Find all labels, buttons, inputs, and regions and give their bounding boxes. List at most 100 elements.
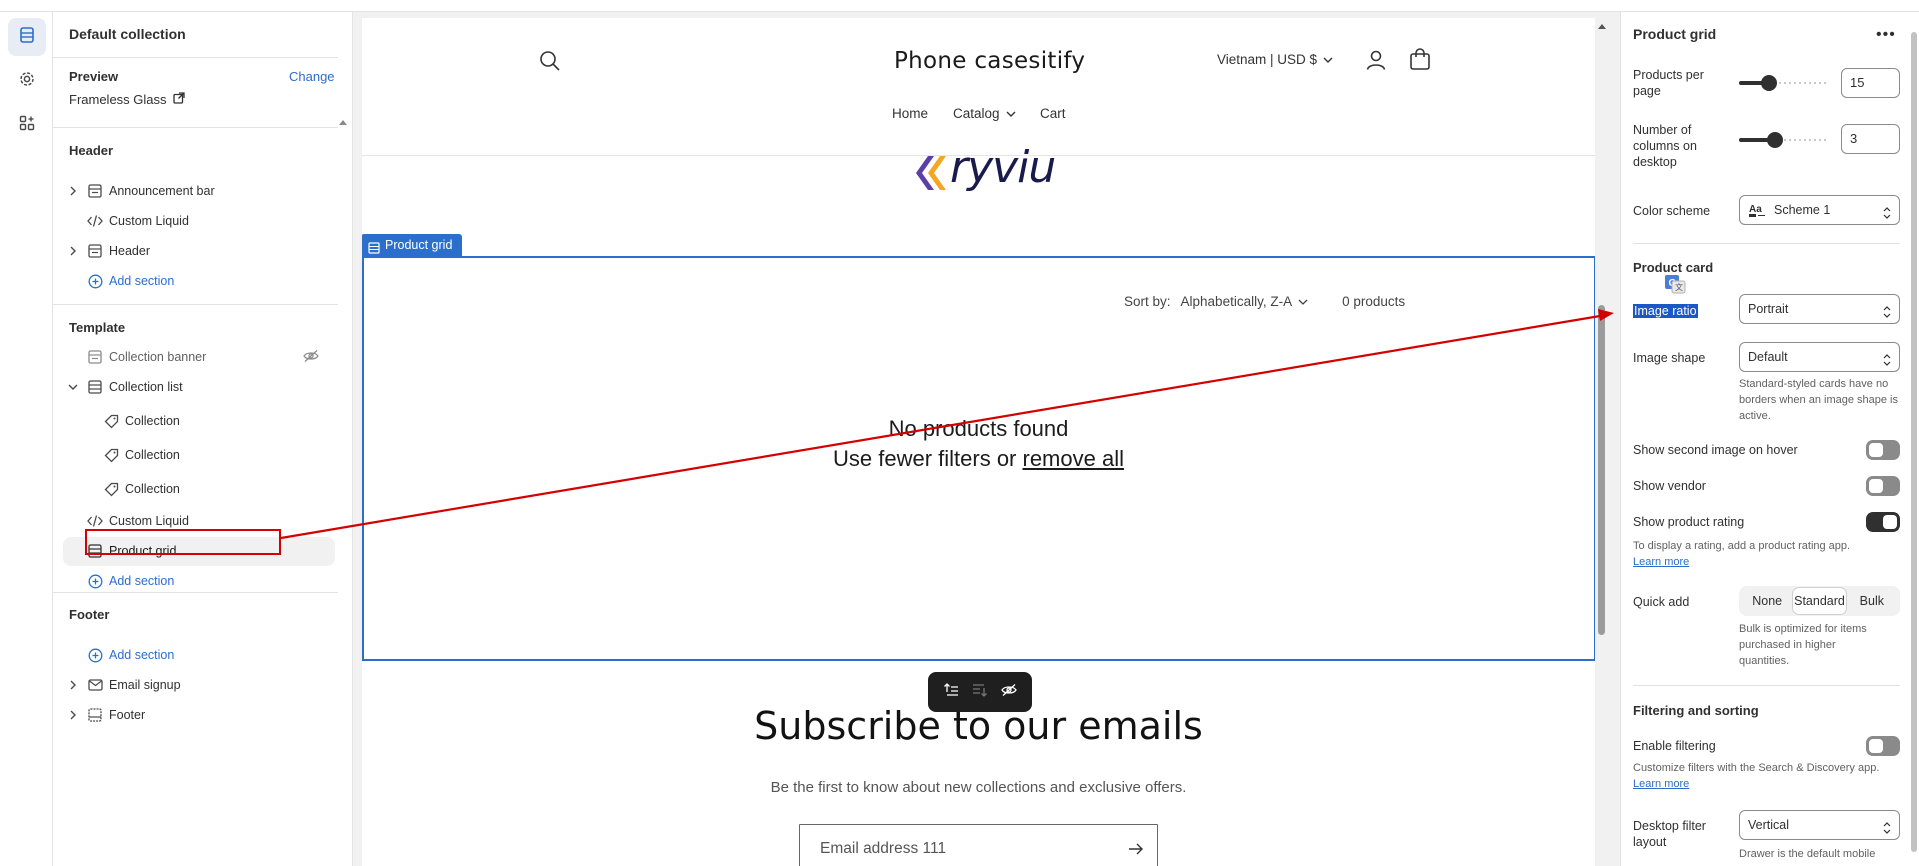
section-item-collection-banner[interactable]: Collection banner (53, 344, 338, 370)
divider (53, 592, 338, 593)
nav-catalog-label: Catalog (953, 106, 1000, 121)
image-ratio-select[interactable]: Portrait (1739, 294, 1900, 324)
quick-add-option[interactable]: None (1741, 588, 1793, 614)
learn-more-link[interactable]: Learn more (1633, 778, 1689, 790)
search-icon[interactable] (539, 50, 561, 77)
quick-add-option-selected[interactable]: Standard (1793, 588, 1846, 614)
sort-select[interactable]: Alphabetically, Z-A (1181, 294, 1309, 309)
rating-toggle[interactable] (1866, 512, 1900, 532)
add-section-label: Add section (109, 648, 175, 662)
store-name[interactable]: Phone casesitify (894, 48, 1085, 74)
add-section-label: Add section (109, 274, 175, 288)
country-label: Vietnam | USD $ (1217, 52, 1318, 67)
add-section-template-button[interactable]: Add section (87, 568, 174, 594)
add-section-footer-button[interactable]: Add section (87, 642, 174, 668)
chevron-right-icon[interactable] (67, 185, 79, 197)
product-count: 0 products (1342, 294, 1406, 309)
rating-help: To display a rating, add a product ratin… (1633, 538, 1913, 570)
chevron-right-icon[interactable] (67, 679, 79, 691)
scroll-up-icon[interactable] (1598, 24, 1606, 29)
chevron-down-icon (1298, 294, 1308, 309)
preview-product-name: Frameless Glass (69, 92, 167, 107)
section-item-label: Custom Liquid (109, 514, 189, 528)
sections-icon (18, 26, 36, 49)
block-item-collection[interactable]: Collection (103, 476, 180, 502)
move-up-icon[interactable] (943, 682, 959, 703)
chevron-right-icon[interactable] (67, 245, 79, 257)
section-item-custom-liquid[interactable]: Custom Liquid (53, 208, 338, 234)
color-scheme-icon: Aa (1748, 201, 1766, 229)
section-layout-icon (87, 379, 103, 395)
color-scheme-select[interactable]: Aa Scheme 1 (1739, 195, 1900, 225)
block-item-collection[interactable]: Collection (103, 408, 180, 434)
svg-text:文: 文 (1675, 282, 1683, 292)
add-section-header-button[interactable]: Add section (87, 268, 174, 294)
sections-rail-button[interactable] (8, 18, 46, 56)
nav-catalog[interactable]: Catalog (953, 106, 1016, 121)
translate-icon[interactable]: G文 (1664, 274, 1686, 297)
filtering-heading: Filtering and sorting (1633, 703, 1759, 718)
section-item-header[interactable]: Header (53, 238, 338, 264)
arrow-right-icon[interactable] (1128, 842, 1144, 861)
empty-state-prefix: Use fewer filters or (833, 446, 1023, 471)
slider-knob[interactable] (1760, 75, 1777, 91)
cart-icon[interactable] (1409, 48, 1431, 76)
settings-scrollbar[interactable] (1911, 32, 1917, 852)
quick-add-option[interactable]: Bulk (1846, 588, 1898, 614)
theme-settings-rail-button[interactable] (8, 62, 46, 100)
external-link-icon[interactable] (172, 92, 185, 107)
email-icon (87, 677, 103, 693)
quick-add-segmented: None Standard Bulk (1739, 586, 1900, 616)
products-per-page-label: Products per page (1633, 68, 1704, 98)
image-shape-select[interactable]: Default (1739, 342, 1900, 372)
apps-rail-button[interactable] (8, 106, 46, 144)
hide-section-icon[interactable] (1001, 683, 1018, 702)
preview-scrollbar[interactable] (1598, 305, 1605, 635)
move-down-icon[interactable] (972, 682, 988, 703)
email-field[interactable]: Email address 111 (799, 824, 1158, 866)
scroll-up-icon[interactable] (339, 120, 347, 125)
chevron-down-icon[interactable] (67, 381, 79, 393)
image-shape-help: Standard-styled cards have no borders wh… (1739, 378, 1898, 422)
section-item-footer[interactable]: Footer (53, 702, 338, 728)
sections-panel: Default collection Preview Change Framel… (53, 12, 353, 866)
desktop-filter-select[interactable]: Vertical (1739, 810, 1900, 840)
enable-filtering-toggle[interactable] (1866, 736, 1900, 756)
gear-icon (18, 70, 36, 93)
remove-all-link[interactable]: remove all (1023, 446, 1124, 471)
subscribe-title: Subscribe to our emails (754, 704, 1203, 748)
store-header: Phone casesitify Vietnam | USD $ Home Ca… (362, 18, 1595, 156)
section-item-announcement-bar[interactable]: Announcement bar (53, 178, 338, 204)
products-per-page-input[interactable]: 15 (1841, 68, 1900, 98)
nav-cart[interactable]: Cart (1040, 106, 1066, 121)
empty-state-text: Use fewer filters or remove all (362, 446, 1595, 472)
section-item-collection-list[interactable]: Collection list (53, 374, 338, 400)
second-image-label: Show second image on hover (1633, 443, 1798, 457)
section-item-label: Collection banner (109, 350, 207, 364)
preview-label: Preview (69, 69, 119, 84)
plus-circle-icon (87, 573, 103, 589)
account-icon[interactable] (1365, 49, 1387, 76)
block-item-collection[interactable]: Collection (103, 442, 180, 468)
section-item-label: Email signup (109, 678, 181, 692)
nav-home[interactable]: Home (892, 106, 928, 121)
vendor-toggle[interactable] (1866, 476, 1900, 496)
theme-editor: Default collection Preview Change Framel… (0, 0, 1919, 866)
section-tag[interactable]: Product grid (362, 234, 463, 256)
filtering-help: Customize filters with the Search & Disc… (1633, 760, 1913, 792)
image-shape-label: Image shape (1633, 351, 1706, 365)
change-preview-link[interactable]: Change (289, 69, 335, 84)
second-image-toggle[interactable] (1866, 440, 1900, 460)
eye-hidden-icon[interactable] (303, 349, 319, 366)
country-selector[interactable]: Vietnam | USD $ (1217, 52, 1333, 67)
section-layout-icon (87, 183, 103, 199)
apps-icon (18, 114, 36, 137)
columns-input[interactable]: 3 (1841, 124, 1900, 154)
slider-knob[interactable] (1767, 132, 1783, 148)
image-ratio-label-text: Image ratio (1633, 304, 1698, 318)
learn-more-link[interactable]: Learn more (1633, 556, 1689, 568)
section-item-email-signup[interactable]: Email signup (53, 672, 338, 698)
more-options-icon[interactable]: ••• (1876, 26, 1896, 44)
tag-icon (103, 481, 119, 497)
chevron-right-icon[interactable] (67, 709, 79, 721)
